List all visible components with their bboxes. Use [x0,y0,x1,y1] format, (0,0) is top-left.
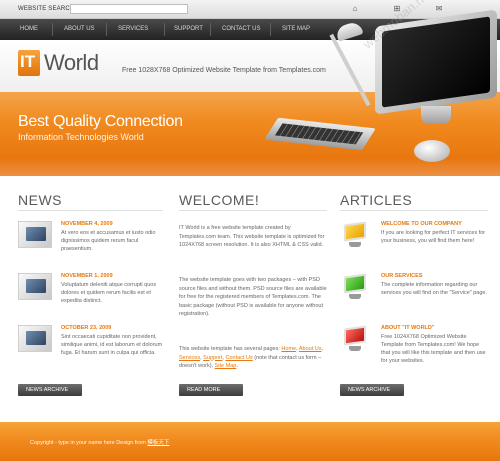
nav-home[interactable]: HOME [18,19,40,40]
news-text: Voluptatum deleniti atque corrupti quos … [61,282,157,304]
welcome-pages-intro: This website template has several pages: [179,346,282,352]
monitor-bezel [375,9,497,115]
article-item[interactable]: ABOUT "IT WORLD" Free 1024X768 Optimized… [340,325,488,375]
news-text: At vero eos et accusamus et iusto odio d… [61,230,156,252]
nav-divider [270,23,271,36]
link-home[interactable]: Home [281,346,296,352]
monitor-icon-screen [344,325,366,346]
news-item[interactable]: NOVEMBER 1, 2009 Voluptatum deleniti atq… [18,273,163,319]
articles-archive-button[interactable]: NEWS ARCHIVE [340,384,404,396]
nav-divider [52,23,53,36]
monitor-stand [421,106,451,124]
logo-mark-text: IT [20,52,36,71]
home-icon[interactable]: ⌂ [350,4,360,14]
read-more-button[interactable]: READ MORE [179,384,243,396]
welcome-divider [179,210,327,211]
welcome-paragraph: IT World is a free website template crea… [179,225,325,248]
monitor-icon-base [349,294,361,299]
footer-copyright: Copyright - type in your name here Desig… [30,438,169,446]
nav-support[interactable]: SUPPORT [172,19,205,40]
nav-divider [164,23,165,36]
link-support[interactable]: Support [203,355,222,361]
monitor-icon-screen [344,221,366,242]
nav-divider [106,23,107,36]
header-tagline: Free 1028X768 Optimized Website Template… [122,67,326,74]
monitor-icon-base [349,242,361,247]
news-title: NEWS [18,192,62,208]
link-services[interactable]: Services [179,355,200,361]
news-item[interactable]: NOVEMBER 4, 2009 At vero eos et accusamu… [18,221,163,267]
monitor-screen [382,16,490,108]
banner-subtitle: Information Technologies World [18,132,144,142]
link-about-us[interactable]: About Us [299,346,322,352]
nav-about-us[interactable]: ABOUT US [62,19,97,40]
article-text: Free 1024X768 Optimized Website Template… [381,334,486,364]
news-archive-button[interactable]: NEWS ARCHIVE [18,384,82,396]
monitor-icon-screen [344,273,366,294]
articles-divider [340,210,488,211]
article-text: If you are looking for perfect IT servic… [381,230,486,244]
monitor-icon [340,325,370,355]
laptop-thumbnail [18,325,52,352]
news-date: OCTOBER 23, 2009 [61,325,112,331]
laptop-thumbnail [18,221,52,248]
welcome-pages-paragraph: This website template has several pages:… [179,346,324,369]
nav-services[interactable]: SERVICES [116,19,150,40]
monitor-icon [340,221,370,251]
nav-divider [210,23,211,36]
top-bar: WEBSITE SEARCH: ⌂ ⊞ ✉ [0,0,500,19]
top-icons: ⌂ ⊞ ✉ [350,4,450,15]
article-item[interactable]: OUR SERVICES The complete information re… [340,273,488,323]
mouse-illustration [414,140,450,162]
logo-mark[interactable]: IT [18,50,40,76]
article-item[interactable]: WELCOME TO OUR COMPANY If you are lookin… [340,221,488,271]
link-contact-us[interactable]: Contact Us [225,355,252,361]
nav-contact-us[interactable]: CONTACT US [220,19,262,40]
monitor-icon [340,273,370,303]
article-title[interactable]: WELCOME TO OUR COMPANY [381,221,462,227]
welcome-paragraph: The website template goes with two packa… [179,277,327,317]
link-site-map[interactable]: Site Map [215,363,237,369]
news-date: NOVEMBER 4, 2009 [61,221,113,227]
laptop-thumbnail [18,273,52,300]
welcome-pages-end: . [236,363,238,369]
mail-icon[interactable]: ✉ [434,4,444,14]
news-date: NOVEMBER 1, 2009 [61,273,113,279]
news-divider [18,210,163,211]
sitemap-icon[interactable]: ⊞ [392,4,402,14]
logo-text[interactable]: World [44,50,99,76]
footer-copyright-text: Copyright - type in your name here Desig… [30,440,148,446]
banner-title: Best Quality Connection [18,113,183,130]
news-text: Sint occaecati cupiditate non provident,… [61,334,163,356]
monitor-icon-base [349,346,361,351]
welcome-title: WELCOME! [179,192,260,208]
footer: Copyright - type in your name here Desig… [0,422,500,461]
search-label: WEBSITE SEARCH: [18,6,77,12]
article-title[interactable]: ABOUT "IT WORLD" [381,325,435,331]
search-input[interactable] [70,4,188,14]
article-title[interactable]: OUR SERVICES [381,273,422,279]
nav-site-map[interactable]: SITE MAP [280,19,312,40]
article-text: The complete information regarding our s… [381,282,488,296]
articles-title: ARTICLES [340,192,413,208]
news-item[interactable]: OCTOBER 23, 2009 Sint occaecati cupidita… [18,325,163,371]
footer-design-link[interactable]: 模板天下 [147,440,169,446]
monitor-illustration [375,9,497,128]
